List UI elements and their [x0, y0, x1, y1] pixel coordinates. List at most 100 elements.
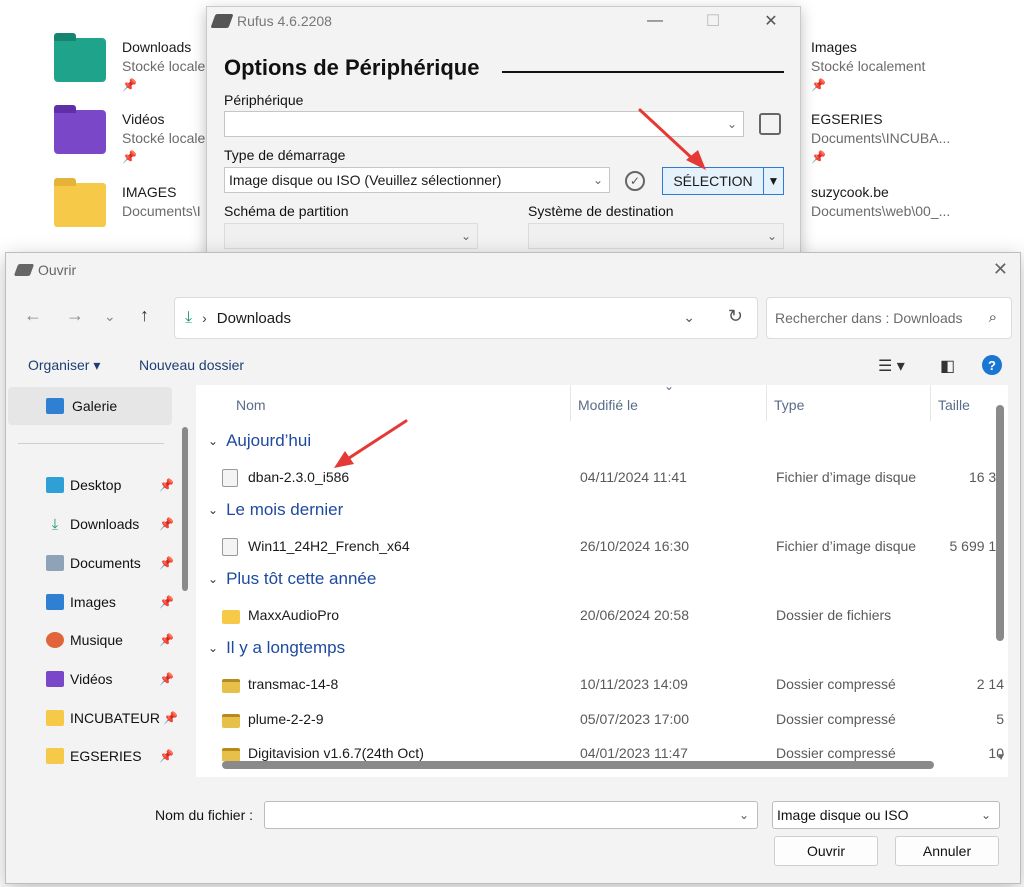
file-row[interactable]: dban-2.3.0_i586 04/11/2024 11:41 Fichier… — [196, 463, 1008, 493]
images-icon — [46, 594, 64, 610]
device-label: Périphérique — [224, 92, 304, 108]
sidebar-item-label: INCUBATEUR — [70, 710, 160, 726]
file-row[interactable]: Digitavision v1.6.7(24th Oct) 04/01/2023… — [196, 739, 1008, 761]
cancel-button[interactable]: Annuler — [895, 836, 999, 866]
folder-icon — [46, 748, 64, 764]
dropdown-arrow-icon[interactable]: ▼ — [763, 168, 783, 194]
quick-access-downloads[interactable]: Downloads Stocké locale 📌 — [54, 33, 206, 94]
device-dropdown[interactable]: ⌄ — [224, 111, 744, 137]
sidebar-item-label: EGSERIES — [70, 748, 142, 764]
quick-access-images[interactable]: Images Stocké localement 📌 — [811, 38, 925, 94]
group-header-earlier-this-year[interactable]: ⌄ Plus tôt cette année — [208, 569, 376, 589]
save-icon[interactable] — [759, 113, 781, 135]
sidebar-scrollbar[interactable] — [182, 427, 188, 591]
pin-icon[interactable]: 📌 — [159, 478, 174, 492]
chevron-down-icon: ⌄ — [208, 434, 219, 448]
sidebar-item-downloads[interactable]: ⤓ Downloads 📌 — [46, 512, 176, 536]
usb-drive-icon — [210, 14, 234, 28]
close-button[interactable]: ✕ — [742, 7, 800, 35]
quick-access-egseries[interactable]: EGSERIES Documents\INCUBA... 📌 — [811, 110, 950, 166]
check-icon[interactable]: ✓ — [625, 171, 645, 191]
column-divider — [766, 385, 767, 421]
maximize-button[interactable]: ☐ — [684, 7, 742, 35]
new-folder-button[interactable]: Nouveau dossier — [139, 357, 244, 373]
quick-access-videos[interactable]: Vidéos Stocké locale 📌 — [54, 105, 205, 166]
chevron-down-icon[interactable]: ⌄ — [683, 309, 695, 326]
pin-icon[interactable]: 📌 — [159, 749, 174, 763]
file-size: 2 14 — [976, 676, 1004, 692]
close-button[interactable]: ✕ — [993, 259, 1008, 280]
file-row[interactable]: plume-2-2-9 05/07/2023 17:00 Dossier com… — [196, 705, 1008, 735]
chevron-down-icon: ⌄ — [460, 229, 471, 243]
partition-scheme-dropdown[interactable]: ⌄ — [224, 223, 478, 249]
recent-chevron-icon[interactable]: ⌄ — [104, 308, 116, 325]
quick-access-suzycook[interactable]: suzycook.be Documents\web\00_... — [811, 183, 950, 221]
back-arrow-icon[interactable]: ← — [24, 305, 42, 326]
open-file-dialog: Ouvrir ✕ ← → ⌄ ↑ ⤓ › Downloads ⌄ ↻ Reche… — [5, 252, 1021, 884]
sidebar-item-documents[interactable]: Documents 📌 — [46, 551, 176, 575]
pin-icon[interactable]: 📌 — [159, 595, 174, 609]
file-type: Dossier compressé — [776, 745, 896, 761]
scroll-down-arrow-icon[interactable]: ▼ — [996, 752, 1006, 763]
pin-icon: 📌 — [811, 78, 826, 92]
search-input[interactable]: Rechercher dans : Downloads ⌕ — [766, 297, 1012, 339]
forward-arrow-icon[interactable]: → — [66, 305, 84, 326]
column-header-name[interactable]: Nom — [236, 397, 266, 413]
group-header-today[interactable]: ⌄ Aujourd’hui — [208, 431, 311, 451]
file-row[interactable]: Win11_24H2_French_x64 26/10/2024 16:30 F… — [196, 532, 1008, 562]
sidebar-item-gallery[interactable]: Galerie — [8, 387, 172, 425]
search-icon: ⌕ — [988, 309, 997, 326]
chevron-down-icon: ⌄ — [766, 229, 777, 243]
tile-subtitle: Stocké locale — [122, 58, 206, 74]
group-header-long-ago[interactable]: ⌄ Il y a longtemps — [208, 638, 345, 658]
navigation-bar: ← → ⌄ ↑ ⤓ › Downloads ⌄ ↻ Rechercher dan… — [6, 287, 1020, 347]
tile-name: IMAGES — [122, 184, 177, 200]
column-header-size[interactable]: Taille — [938, 397, 970, 413]
pin-icon[interactable]: 📌 — [159, 672, 174, 686]
target-system-label: Système de destination — [528, 203, 674, 219]
preview-pane-icon[interactable]: ◧ — [940, 356, 955, 376]
sidebar-item-incubateur[interactable]: INCUBATEUR 📌 — [46, 706, 178, 730]
target-system-dropdown[interactable]: ⌄ — [528, 223, 784, 249]
pin-icon[interactable]: 📌 — [159, 556, 174, 570]
pin-icon[interactable]: 📌 — [159, 633, 174, 647]
file-row[interactable]: transmac-14-8 10/11/2023 14:09 Dossier c… — [196, 670, 1008, 700]
file-date: 20/06/2024 20:58 — [580, 607, 689, 623]
vertical-scrollbar[interactable] — [996, 405, 1004, 641]
sidebar-item-desktop[interactable]: Desktop 📌 — [46, 473, 176, 497]
organise-menu[interactable]: Organiser ▾ — [28, 357, 100, 374]
command-bar: Organiser ▾ Nouveau dossier ☰ ▾ ◧ ? — [6, 351, 1020, 385]
file-name: plume-2-2-9 — [248, 711, 324, 727]
sidebar-item-label: Galerie — [72, 398, 118, 414]
boot-type-value: Image disque ou ISO (Veuillez sélectionn… — [229, 172, 502, 188]
open-button[interactable]: Ouvrir — [774, 836, 878, 866]
pin-icon[interactable]: 📌 — [159, 517, 174, 531]
file-type-filter[interactable]: Image disque ou ISO ⌄ — [772, 801, 1000, 829]
breadcrumb-downloads[interactable]: Downloads — [217, 310, 291, 327]
sidebar-item-images[interactable]: Images 📌 — [46, 590, 176, 614]
horizontal-scrollbar[interactable] — [222, 761, 934, 769]
up-arrow-icon[interactable]: ↑ — [140, 305, 149, 326]
refresh-icon[interactable]: ↻ — [728, 306, 743, 327]
address-bar[interactable]: ⤓ › Downloads ⌄ ↻ — [174, 297, 758, 339]
sidebar-item-egseries[interactable]: EGSERIES 📌 — [46, 744, 176, 768]
filename-input[interactable]: ⌄ — [264, 801, 758, 829]
chevron-down-icon[interactable]: ⌄ — [739, 808, 749, 822]
quick-access-images-folder[interactable]: IMAGES Documents\I — [54, 178, 201, 227]
selection-button[interactable]: SÉLECTION ▼ — [662, 167, 784, 195]
view-options-icon[interactable]: ☰ ▾ — [878, 356, 905, 376]
pin-icon[interactable]: 📌 — [163, 711, 178, 725]
group-header-last-month[interactable]: ⌄ Le mois dernier — [208, 500, 343, 520]
column-header-type[interactable]: Type — [774, 397, 804, 413]
file-type: Fichier d’image disque — [776, 538, 917, 554]
sidebar-item-videos[interactable]: Vidéos 📌 — [46, 667, 176, 691]
column-divider — [930, 385, 931, 421]
help-icon[interactable]: ? — [982, 355, 1002, 375]
column-header-modified[interactable]: Modifié le — [578, 397, 638, 413]
file-row[interactable]: MaxxAudioPro 20/06/2024 20:58 Dossier de… — [196, 601, 1008, 631]
sidebar-item-label: Musique — [70, 632, 123, 648]
sidebar-item-label: Images — [70, 594, 116, 610]
minimize-button[interactable]: — — [626, 7, 684, 35]
boot-type-dropdown[interactable]: Image disque ou ISO (Veuillez sélectionn… — [224, 167, 610, 193]
sidebar-item-music[interactable]: Musique 📌 — [46, 628, 176, 652]
